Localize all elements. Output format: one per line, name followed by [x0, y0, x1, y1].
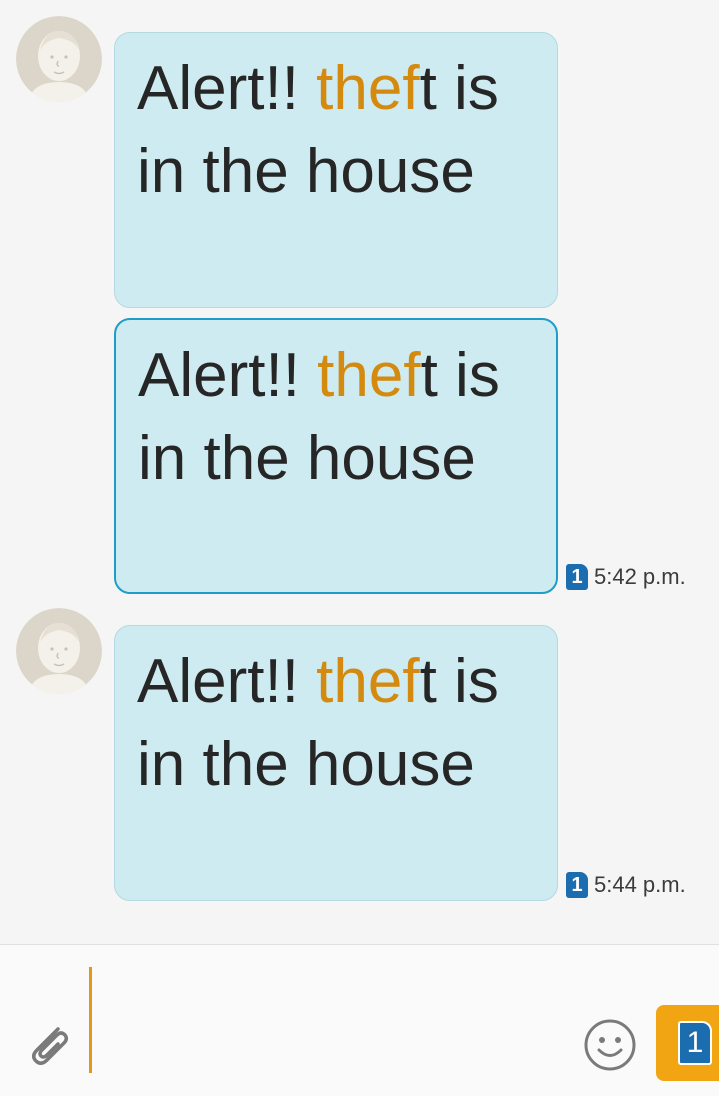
highlighted-word: thef — [316, 54, 420, 123]
smiley-icon[interactable] — [582, 1017, 638, 1073]
sim-card-icon: 1 — [566, 872, 588, 898]
text-cursor — [89, 967, 92, 1073]
message-timestamp: 5:42 p.m. — [594, 564, 686, 589]
contact-avatar[interactable] — [16, 608, 102, 694]
sim-card-icon: 1 — [566, 564, 588, 590]
message-composer: 1 — [0, 944, 719, 1096]
person-placeholder-icon — [16, 608, 102, 694]
message-bubble[interactable]: Alert!! theft is in the house — [114, 32, 558, 308]
message-bubble-selected[interactable]: Alert!! theft is in the house — [114, 318, 558, 594]
message-text: Alert!! theft is in the house — [138, 341, 500, 493]
message-text: Alert!! theft is in the house — [137, 647, 499, 799]
message-timestamp: 5:44 p.m. — [594, 872, 686, 897]
paperclip-icon[interactable] — [20, 1015, 76, 1071]
message-input[interactable] — [96, 967, 570, 1075]
contact-avatar[interactable] — [16, 16, 102, 102]
person-placeholder-icon — [16, 16, 102, 102]
send-button[interactable]: 1 — [656, 1005, 719, 1081]
highlighted-word: thef — [317, 341, 421, 410]
message-meta: 1 5:42 p.m. — [566, 564, 686, 590]
message-text: Alert!! theft is in the house — [137, 54, 499, 206]
highlighted-word: thef — [316, 647, 420, 716]
message-meta: 1 5:44 p.m. — [566, 872, 686, 898]
message-bubble[interactable]: Alert!! theft is in the house — [114, 625, 558, 901]
sim-card-icon: 1 — [678, 1021, 712, 1065]
